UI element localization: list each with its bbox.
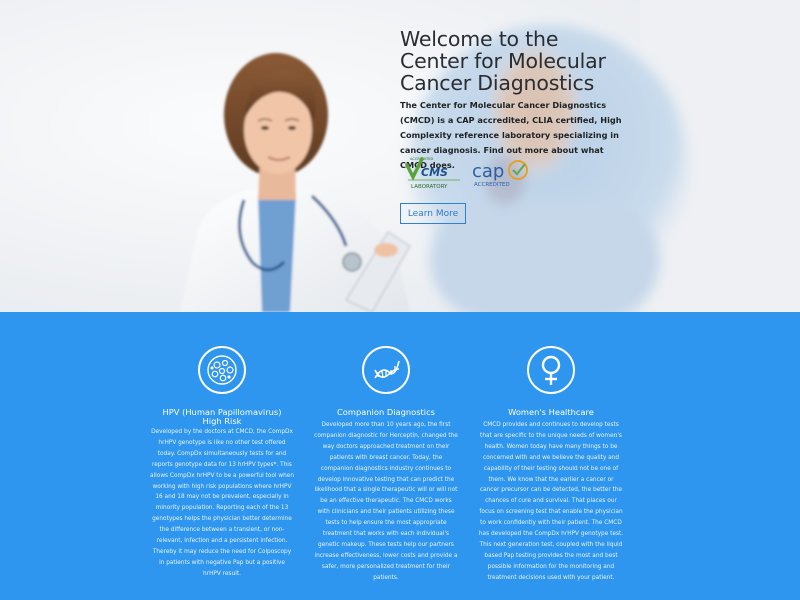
dna-icon <box>362 346 410 394</box>
cells-icon <box>198 346 246 394</box>
cms-badge-bottom-text: LABORATORY <box>411 184 448 190</box>
accreditation-badges: ACCREDITED CMS LABORATORY cap ACCREDITED <box>404 155 534 193</box>
cms-badge-brand-text: CMS <box>421 166 448 179</box>
cap-badge-brand-text: cap <box>472 161 504 182</box>
cap-badge-bottom-text: ACCREDITED <box>474 182 510 188</box>
feature-hpv-body: Developed by the doctors at CMCD, the Co… <box>150 429 295 577</box>
learn-more-button[interactable]: Learn More <box>400 203 466 224</box>
feature-companion-body: Developed more than 10 years ago, the fi… <box>314 422 458 581</box>
hero-section: Welcome to the Center for Molecular Canc… <box>0 0 800 312</box>
cap-accredited-logo: cap ACCREDITED <box>472 160 528 188</box>
features-section: HPV (Human Papillomavirus) High Risk Dev… <box>0 312 800 600</box>
feature-womens-title: Women's Healthcare <box>508 407 594 417</box>
feature-womens-body: CMCD provides and continues to develop t… <box>478 422 624 581</box>
feature-companion-title: Companion Diagnostics <box>337 407 435 417</box>
feature-hpv-title: HPV (Human Papillomavirus) High Risk <box>162 407 282 426</box>
female-symbol-icon <box>527 346 575 394</box>
hero-title: Welcome to the Center for Molecular Canc… <box>400 27 606 95</box>
cms-accredited-laboratory-logo: ACCREDITED CMS LABORATORY <box>405 157 460 190</box>
hero-text-block: Welcome to the Center for Molecular Canc… <box>400 28 630 173</box>
